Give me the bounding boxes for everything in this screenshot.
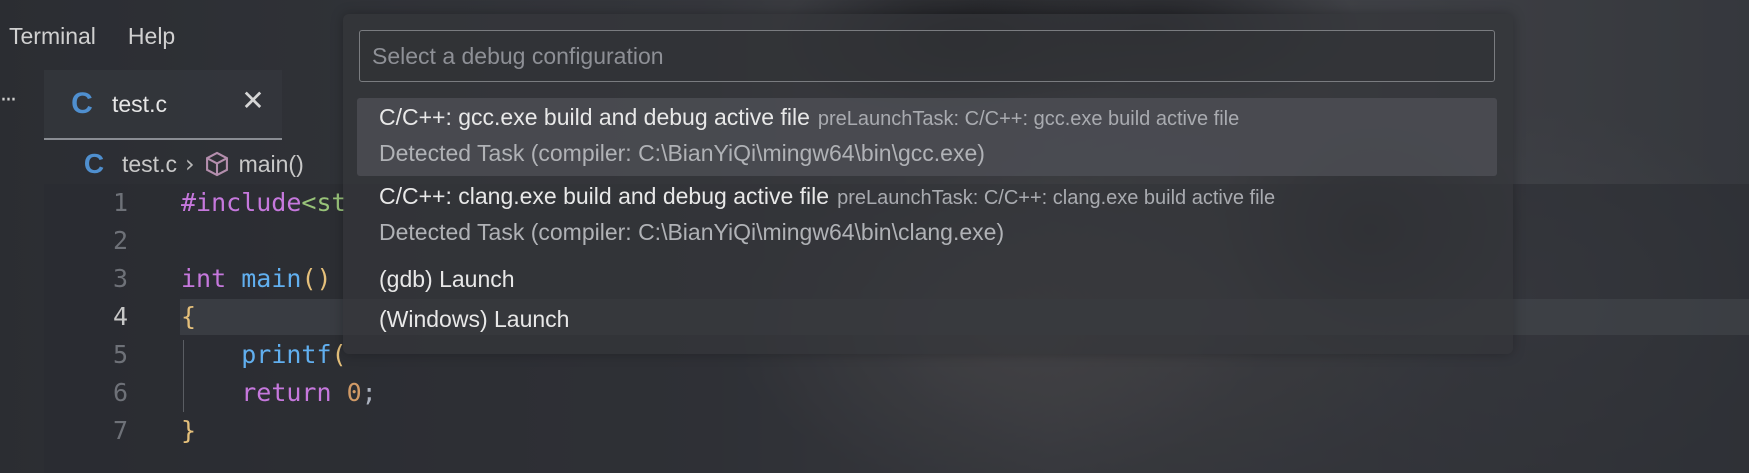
line-number: 2 <box>112 226 128 255</box>
line-number: 6 <box>112 378 128 407</box>
quick-pick-item-windows-launch[interactable]: (Windows) Launch <box>357 304 1497 344</box>
quick-pick-item-gcc[interactable]: C/C++: gcc.exe build and debug active fi… <box>357 98 1497 176</box>
symbol-method-icon <box>205 151 228 177</box>
code-token: () <box>301 264 332 293</box>
code-token: int <box>181 264 227 293</box>
item-detail: Detected Task (compiler: C:\BianYiQi\min… <box>379 140 985 166</box>
breadcrumb-file[interactable]: test.c <box>122 151 177 178</box>
item-label: C/C++: gcc.exe build and debug active fi… <box>379 104 810 130</box>
code-text: return 0; <box>181 374 377 412</box>
tab-label: test.c <box>112 90 167 117</box>
item-label: (Windows) Launch <box>379 306 570 332</box>
breadcrumb: C test.c › main() <box>80 146 304 182</box>
menu-bar: Terminal Help <box>0 14 191 58</box>
code-token: { <box>181 302 197 331</box>
quick-pick-input[interactable] <box>359 30 1495 82</box>
item-description: preLaunchTask: C/C++: gcc.exe build acti… <box>817 108 1240 130</box>
menu-terminal[interactable]: Terminal <box>0 23 112 50</box>
code-token: return <box>241 378 332 407</box>
item-label: (gdb) Launch <box>379 266 515 292</box>
code-text: #include<st <box>181 184 347 222</box>
quick-pick-item-clang[interactable]: C/C++: clang.exe build and debug active … <box>357 177 1497 255</box>
line-number: 7 <box>112 416 128 445</box>
debug-config-quick-pick: C/C++: gcc.exe build and debug active fi… <box>343 14 1513 354</box>
code-text: printf( <box>181 336 346 374</box>
code-text: { <box>181 298 196 336</box>
c-file-icon: C <box>83 148 105 179</box>
c-file-icon: C <box>71 87 93 120</box>
code-token: ; <box>361 378 377 407</box>
line-number: 3 <box>112 264 128 293</box>
breadcrumb-symbol[interactable]: main() <box>239 151 304 178</box>
code-line: 6 return 0; <box>0 374 1749 412</box>
close-icon[interactable]: ✕ <box>240 87 266 115</box>
line-number: 5 <box>112 340 128 369</box>
line-number: 4 <box>112 302 128 331</box>
tab-test-c[interactable]: C test.c ✕ <box>44 70 282 140</box>
code-text: } <box>181 412 196 450</box>
code-token: #include <box>181 188 302 217</box>
menu-help[interactable]: Help <box>112 23 191 50</box>
code-line: 7} <box>0 412 1749 450</box>
code-text: int main() <box>181 260 332 298</box>
quick-pick-item-gdb-launch[interactable]: (gdb) Launch <box>357 262 1497 302</box>
line-number: 1 <box>112 188 128 217</box>
code-token: } <box>181 416 197 445</box>
code-token: printf <box>241 340 332 369</box>
item-detail: Detected Task (compiler: C:\BianYiQi\min… <box>379 219 1005 245</box>
chevron-right-icon: › <box>184 150 195 178</box>
code-token: 0 <box>346 378 362 407</box>
code-token: <st <box>301 188 347 217</box>
code-token: main <box>241 264 302 293</box>
more-actions-icon[interactable]: ··· <box>0 88 22 118</box>
item-label: C/C++: clang.exe build and debug active … <box>379 183 830 209</box>
item-description: preLaunchTask: C/C++: clang.exe build ac… <box>837 187 1276 209</box>
